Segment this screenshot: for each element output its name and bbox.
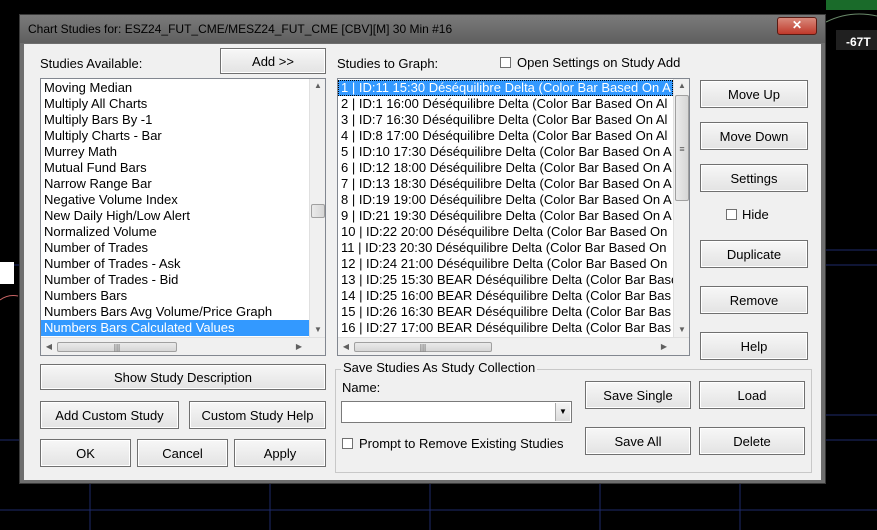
apply-button[interactable]: Apply [234,439,326,467]
list-item[interactable]: 7 | ID:13 18:30 Déséquilibre Delta (Colo… [338,176,673,192]
list-item[interactable]: 6 | ID:12 18:00 Déséquilibre Delta (Colo… [338,160,673,176]
studies-to-graph-label: Studies to Graph: [337,56,439,71]
title-bar[interactable]: Chart Studies for: ESZ24_FUT_CME/MESZ24_… [20,15,825,43]
close-button[interactable]: ✕ [777,17,817,35]
add-custom-study-button[interactable]: Add Custom Study [40,401,179,429]
delete-button[interactable]: Delete [699,427,805,455]
list-item[interactable]: 16 | ID:27 17:00 BEAR Déséquilibre Delta… [338,320,673,336]
list-item[interactable]: 4 | ID:8 17:00 Déséquilibre Delta (Color… [338,128,673,144]
list-item[interactable]: Number of Trades - Bid [41,272,309,288]
scroll-thumb[interactable] [311,204,325,218]
available-horizontal-scrollbar[interactable]: ◀ ||| ▶ [41,337,325,355]
list-item[interactable]: Numbers Bars [41,288,309,304]
list-item[interactable]: Numbers Bars Calculated Values [41,320,309,336]
show-study-description-button[interactable]: Show Study Description [40,364,326,390]
scroll-right-icon[interactable]: ▶ [656,340,672,354]
list-item[interactable]: 10 | ID:22 20:00 Déséquilibre Delta (Col… [338,224,673,240]
list-item[interactable]: 13 | ID:25 15:30 BEAR Déséquilibre Delta… [338,272,673,288]
studies-available-label: Studies Available: [40,56,143,71]
chevron-down-icon[interactable]: ▼ [555,403,570,421]
study-collection-group-label: Save Studies As Study Collection [341,360,538,375]
save-all-button[interactable]: Save All [585,427,691,455]
load-button[interactable]: Load [699,381,805,409]
window-title: Chart Studies for: ESZ24_FUT_CME/MESZ24_… [28,22,453,36]
hide-label: Hide [742,207,769,222]
scroll-down-icon[interactable]: ▼ [674,323,689,337]
list-item[interactable]: 5 | ID:10 17:30 Déséquilibre Delta (Colo… [338,144,673,160]
scroll-left-icon[interactable]: ◀ [338,340,354,354]
list-item[interactable]: 2 | ID:1 16:00 Déséquilibre Delta (Color… [338,96,673,112]
scroll-up-icon[interactable]: ▲ [674,79,689,93]
add-button[interactable]: Add >> [220,48,326,74]
dialog-client: Studies Available: Add >> Moving Median M… [24,44,821,480]
save-single-button[interactable]: Save Single [585,381,691,409]
help-button[interactable]: Help [700,332,808,360]
list-item[interactable]: Mutual Fund Bars [41,160,309,176]
list-item[interactable]: Multiply All Charts [41,96,309,112]
scroll-down-icon[interactable]: ▼ [310,323,325,337]
cancel-button[interactable]: Cancel [137,439,228,467]
list-item[interactable]: Negative Volume Index [41,192,309,208]
open-settings-checkbox[interactable] [500,57,511,68]
list-item[interactable]: Multiply Charts - Bar [41,128,309,144]
price-tag: -67T [846,35,871,49]
scroll-left-icon[interactable]: ◀ [41,340,57,354]
list-item[interactable]: 14 | ID:25 16:00 BEAR Déséquilibre Delta… [338,288,673,304]
remove-button[interactable]: Remove [700,286,808,314]
list-item[interactable]: 3 | ID:7 16:30 Déséquilibre Delta (Color… [338,112,673,128]
scroll-right-icon[interactable]: ▶ [291,340,307,354]
move-up-button[interactable]: Move Up [700,80,808,108]
list-item[interactable]: 15 | ID:26 16:30 BEAR Déséquilibre Delta… [338,304,673,320]
open-settings-label: Open Settings on Study Add [517,55,681,70]
chart-studies-dialog: Chart Studies for: ESZ24_FUT_CME/MESZ24_… [19,14,826,484]
duplicate-button[interactable]: Duplicate [700,240,808,268]
list-item[interactable]: Murrey Math [41,144,309,160]
available-vertical-scrollbar[interactable]: ▲ ▼ [309,79,325,337]
settings-button[interactable]: Settings [700,164,808,192]
list-item[interactable]: 12 | ID:24 21:00 Déséquilibre Delta (Col… [338,256,673,272]
scroll-thumb-horizontal[interactable]: ||| [354,342,492,352]
prompt-remove-label: Prompt to Remove Existing Studies [359,436,564,451]
hide-checkbox[interactable] [726,209,737,220]
list-item[interactable]: 11 | ID:23 20:30 Déséquilibre Delta (Col… [338,240,673,256]
scroll-thumb[interactable]: ≡ [675,95,689,201]
graph-vertical-scrollbar[interactable]: ▲ ≡ ▼ [673,79,689,337]
collection-name-combo[interactable]: ▼ [341,401,572,423]
list-item[interactable]: Number of Trades - Ask [41,256,309,272]
list-item[interactable]: Number of Trades [41,240,309,256]
list-item[interactable]: New Daily High/Low Alert [41,208,309,224]
move-down-button[interactable]: Move Down [700,122,808,150]
scroll-thumb-horizontal[interactable]: ||| [57,342,177,352]
list-item[interactable]: Narrow Range Bar [41,176,309,192]
list-item[interactable]: Normalized Volume [41,224,309,240]
custom-study-help-button[interactable]: Custom Study Help [189,401,326,429]
studies-available-list[interactable]: Moving Median Multiply All Charts Multiply… [40,78,326,356]
studies-to-graph-list[interactable]: 1 | ID:11 15:30 Déséquilibre Delta (Colo… [337,78,690,356]
list-item[interactable]: 8 | ID:19 19:00 Déséquilibre Delta (Colo… [338,192,673,208]
list-item[interactable]: 9 | ID:21 19:30 Déséquilibre Delta (Colo… [338,208,673,224]
collection-name-label: Name: [342,380,381,395]
graph-horizontal-scrollbar[interactable]: ◀ ||| ▶ [338,337,689,355]
ok-button[interactable]: OK [40,439,131,467]
list-item[interactable]: 1 | ID:11 15:30 Déséquilibre Delta (Colo… [338,80,673,96]
prompt-remove-checkbox[interactable] [342,438,353,449]
scroll-up-icon[interactable]: ▲ [310,79,325,93]
list-item[interactable]: Multiply Bars By -1 [41,112,309,128]
list-item[interactable]: Numbers Bars Avg Volume/Price Graph [41,304,309,320]
list-item[interactable]: Moving Median [41,80,309,96]
